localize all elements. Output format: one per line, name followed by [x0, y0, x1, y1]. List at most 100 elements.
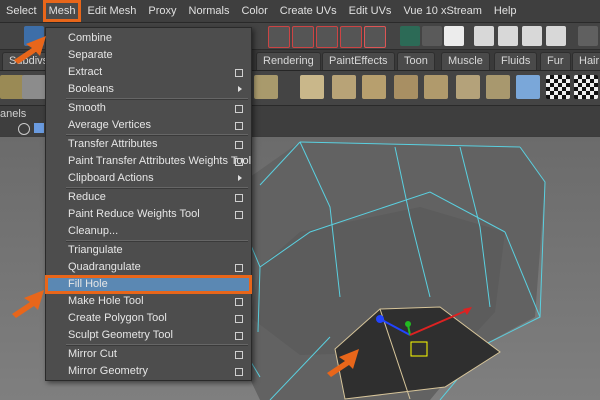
clapper-icon[interactable] — [474, 26, 494, 46]
menu-item-booleans[interactable]: Booleans — [46, 81, 251, 98]
box-icon[interactable] — [0, 75, 24, 99]
menu-item-transfer-attributes[interactable]: Transfer Attributes — [46, 136, 251, 153]
menu-item-reduce[interactable]: Reduce — [46, 189, 251, 206]
menu-item-average-vertices[interactable]: Average Vertices — [46, 117, 251, 134]
settings-icon[interactable] — [22, 75, 46, 99]
plane-icon[interactable] — [456, 75, 480, 99]
menu-normals[interactable]: Normals — [183, 0, 236, 22]
option-box-icon[interactable] — [235, 298, 243, 306]
menu-item-label: Mirror Cut — [68, 348, 117, 360]
snap-magnet-icon[interactable] — [340, 26, 362, 48]
menu-item-label: Mirror Geometry — [68, 365, 149, 377]
menu-item-label: Quadrangulate — [68, 261, 141, 273]
menu-edit-uvs[interactable]: Edit UVs — [343, 0, 398, 22]
menu-item-combine[interactable]: Combine — [46, 30, 251, 47]
menu-item-label: Fill Hole — [68, 278, 108, 290]
menu-color[interactable]: Color — [235, 0, 273, 22]
menu-help[interactable]: Help — [488, 0, 523, 22]
option-box-icon[interactable] — [235, 122, 243, 130]
menu-item-smooth[interactable]: Smooth — [46, 100, 251, 117]
tool-icon[interactable] — [578, 26, 598, 46]
option-box-icon[interactable] — [235, 141, 243, 149]
tab-toon[interactable]: Toon — [397, 52, 435, 70]
clapper-icon[interactable] — [522, 26, 542, 46]
tab-muscle[interactable]: Muscle — [441, 52, 490, 70]
snap-magnet-icon[interactable] — [268, 26, 290, 48]
menu-item-make-hole-tool[interactable]: Make Hole Tool — [46, 293, 251, 310]
option-box-icon[interactable] — [235, 264, 243, 272]
menu-item-label: Reduce — [68, 191, 106, 203]
option-box-icon[interactable] — [235, 69, 243, 77]
callout-arrow-icon — [12, 290, 44, 318]
attribute-editor-icon[interactable] — [444, 26, 464, 46]
menu-item-label: Sculpt Geometry Tool — [68, 329, 173, 341]
panels-menu[interactable]: anels — [0, 108, 26, 120]
option-box-icon[interactable] — [235, 351, 243, 359]
menu-item-mirror-cut[interactable]: Mirror Cut — [46, 346, 251, 363]
callout-arrow-icon — [14, 36, 46, 64]
magnet-icon[interactable] — [364, 26, 386, 48]
menu-create-uvs[interactable]: Create UVs — [274, 0, 343, 22]
pyramid-icon[interactable] — [300, 75, 324, 99]
menu-item-separate[interactable]: Separate — [46, 47, 251, 64]
menu-edit-mesh[interactable]: Edit Mesh — [81, 0, 142, 22]
option-box-icon[interactable] — [235, 211, 243, 219]
menu-item-label: Create Polygon Tool — [68, 312, 167, 324]
extrude-icon[interactable] — [332, 75, 356, 99]
submenu-arrow-icon — [238, 86, 242, 92]
menu-item-quadrangulate[interactable]: Quadrangulate — [46, 259, 251, 276]
checker-icon[interactable] — [546, 75, 570, 99]
option-box-icon[interactable] — [235, 315, 243, 323]
panel-icon[interactable] — [18, 123, 30, 135]
snap-magnet-icon[interactable] — [316, 26, 338, 48]
menu-select[interactable]: Select — [0, 0, 43, 22]
menu-proxy[interactable]: Proxy — [142, 0, 182, 22]
menu-item-cleanup[interactable]: Cleanup... — [46, 223, 251, 240]
menu-item-label: Separate — [68, 49, 113, 61]
menu-item-label: Smooth — [68, 102, 106, 114]
cube-icon[interactable] — [254, 75, 278, 99]
submenu-arrow-icon — [238, 175, 242, 181]
menu-item-label: Paint Reduce Weights Tool — [68, 208, 200, 220]
option-box-icon[interactable] — [235, 158, 243, 166]
option-box-icon[interactable] — [235, 368, 243, 376]
plane-icon[interactable] — [486, 75, 510, 99]
cone-icon[interactable] — [516, 75, 540, 99]
option-box-icon[interactable] — [235, 194, 243, 202]
checker-icon[interactable] — [574, 75, 598, 99]
tab-rendering[interactable]: Rendering — [256, 52, 321, 70]
tab-hair[interactable]: Hair — [572, 52, 600, 70]
menu-item-mirror-geometry[interactable]: Mirror Geometry — [46, 363, 251, 380]
menu-item-clipboard-actions[interactable]: Clipboard Actions — [46, 170, 251, 187]
menu-item-label: Paint Transfer Attributes Weights Tool — [68, 155, 252, 167]
menu-item-label: Booleans — [68, 83, 114, 95]
bevel-icon[interactable] — [362, 75, 386, 99]
menu-mesh[interactable]: Mesh — [42, 0, 82, 22]
render-icon[interactable] — [400, 26, 420, 46]
clapper-icon[interactable] — [498, 26, 518, 46]
menu-item-label: Make Hole Tool — [68, 295, 144, 307]
tab-fluids[interactable]: Fluids — [494, 52, 538, 70]
menu-item-label: Combine — [68, 32, 113, 44]
callout-arrow-icon — [327, 349, 359, 377]
split-icon[interactable] — [424, 75, 448, 99]
grid-icon[interactable] — [394, 75, 418, 99]
option-box-icon[interactable] — [235, 105, 243, 113]
menu-item-label: Average Vertices — [68, 119, 151, 131]
menu-item-sculpt-geometry-tool[interactable]: Sculpt Geometry Tool — [46, 327, 251, 344]
menu-vue-xstream[interactable]: Vue 10 xStream — [397, 0, 487, 22]
menu-item-create-polygon-tool[interactable]: Create Polygon Tool — [46, 310, 251, 327]
menu-item-paint-transfer-attributes[interactable]: Paint Transfer Attributes Weights Tool — [46, 153, 251, 170]
option-box-icon[interactable] — [235, 332, 243, 340]
menu-item-fill-hole[interactable]: Fill Hole — [45, 275, 252, 294]
menu-item-paint-reduce-weights[interactable]: Paint Reduce Weights Tool — [46, 206, 251, 223]
menu-item-triangulate[interactable]: Triangulate — [46, 242, 251, 259]
clapper-icon[interactable] — [546, 26, 566, 46]
menu-item-extract[interactable]: Extract — [46, 64, 251, 81]
tab-fur[interactable]: Fur — [540, 52, 571, 70]
menu-item-label: Transfer Attributes — [68, 138, 158, 150]
snap-magnet-icon[interactable] — [292, 26, 314, 48]
panel-icon[interactable] — [34, 123, 44, 133]
tab-painteffects[interactable]: PaintEffects — [322, 52, 395, 70]
render-settings-icon[interactable] — [422, 26, 442, 46]
